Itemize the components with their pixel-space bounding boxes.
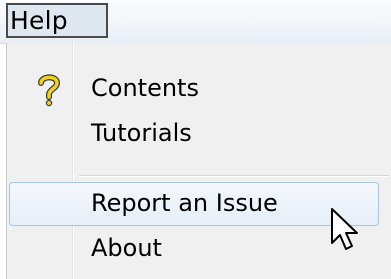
screen: Help Contents Tutorials Report an Issue xyxy=(0,0,391,279)
menu-bar: Help xyxy=(0,0,391,44)
menu-item-tutorials[interactable]: Tutorials xyxy=(9,112,379,156)
menu-item-report-an-issue[interactable]: Report an Issue xyxy=(9,182,379,226)
menu-item-contents[interactable]: Contents xyxy=(9,67,379,111)
menu-item-about[interactable]: About xyxy=(9,227,379,271)
menu-item-label: Contents xyxy=(91,74,199,102)
menu-separator xyxy=(79,175,389,177)
menu-help[interactable]: Help xyxy=(6,3,108,38)
menu-item-label: About xyxy=(91,234,162,262)
help-question-icon xyxy=(38,74,61,107)
menu-item-label: Report an Issue xyxy=(91,189,278,217)
mouse-pointer-icon xyxy=(331,208,358,250)
menu-item-label: Tutorials xyxy=(91,119,192,147)
